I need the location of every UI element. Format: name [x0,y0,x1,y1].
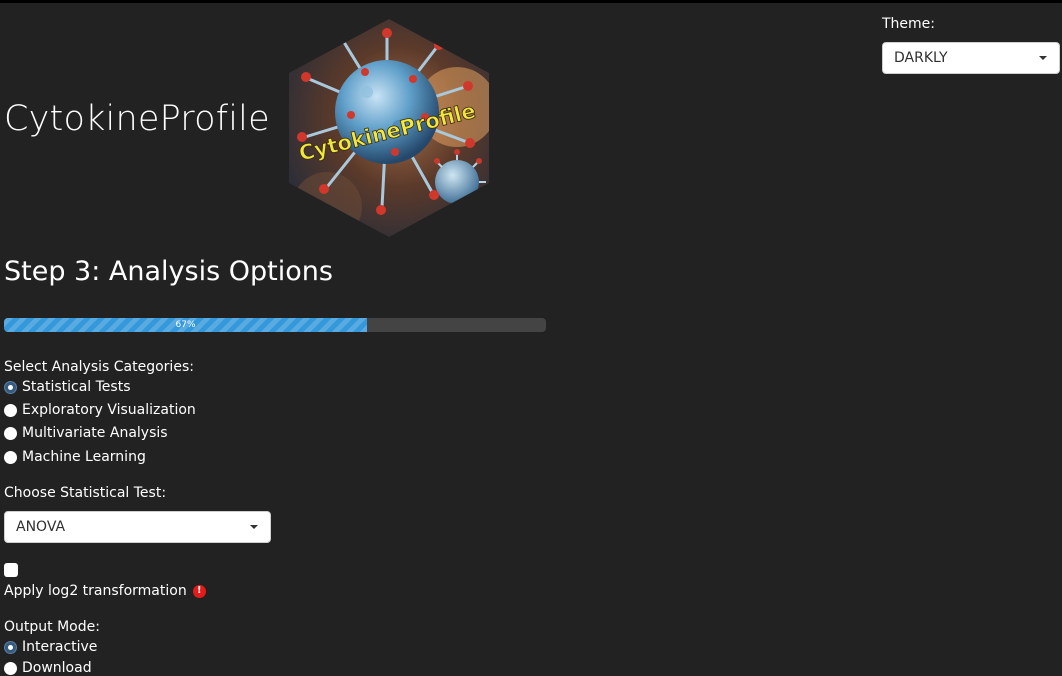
radio-label: Multivariate Analysis [22,425,168,441]
radio-machine-learning[interactable]: Machine Learning [4,449,146,465]
warning-icon[interactable]: ! [192,584,206,598]
radio-button[interactable] [4,661,17,675]
radio-label: Statistical Tests [22,379,131,395]
theme-label: Theme: [882,16,936,32]
progress-bar-fill: 67% [4,318,368,332]
chevron-down-icon [1039,56,1047,60]
log2-label: Apply log2 transformation [4,583,187,599]
radio-label: Machine Learning [22,449,146,465]
radio-button[interactable] [4,426,17,440]
statistical-test-value: ANOVA [16,519,66,535]
log2-option: Apply log2 transformation ! [4,583,206,599]
theme-selector: Theme: DARKLY [882,16,1060,74]
radio-button[interactable] [4,450,17,464]
radio-button[interactable] [4,640,17,654]
radio-label: Download [22,660,92,676]
analysis-categories-label: Select Analysis Categories: [4,359,194,375]
radio-interactive[interactable]: Interactive [4,639,97,655]
theme-select[interactable]: DARKLY [882,42,1060,74]
statistical-test-select[interactable]: ANOVA [4,511,271,543]
app-logo: CytokineProfile [289,19,489,237]
radio-statistical-tests[interactable]: Statistical Tests [4,379,131,395]
chevron-down-icon [250,525,258,529]
radio-button[interactable] [4,403,17,417]
progress-bar: 67% [4,318,546,332]
step-title: Step 3: Analysis Options [4,256,333,287]
log2-checkbox[interactable] [4,563,18,577]
radio-button[interactable] [4,380,17,394]
radio-multivariate-analysis[interactable]: Multivariate Analysis [4,425,168,441]
statistical-test-label: Choose Statistical Test: [4,485,167,501]
output-mode-label: Output Mode: [4,619,100,635]
progress-label: 67% [175,320,196,330]
radio-label: Exploratory Visualization [22,402,196,418]
radio-label: Interactive [22,639,98,655]
theme-select-value: DARKLY [894,50,948,66]
radio-exploratory-visualization[interactable]: Exploratory Visualization [4,402,196,418]
radio-download[interactable]: Download [4,660,92,676]
app-title: CytokineProfile [4,99,270,139]
